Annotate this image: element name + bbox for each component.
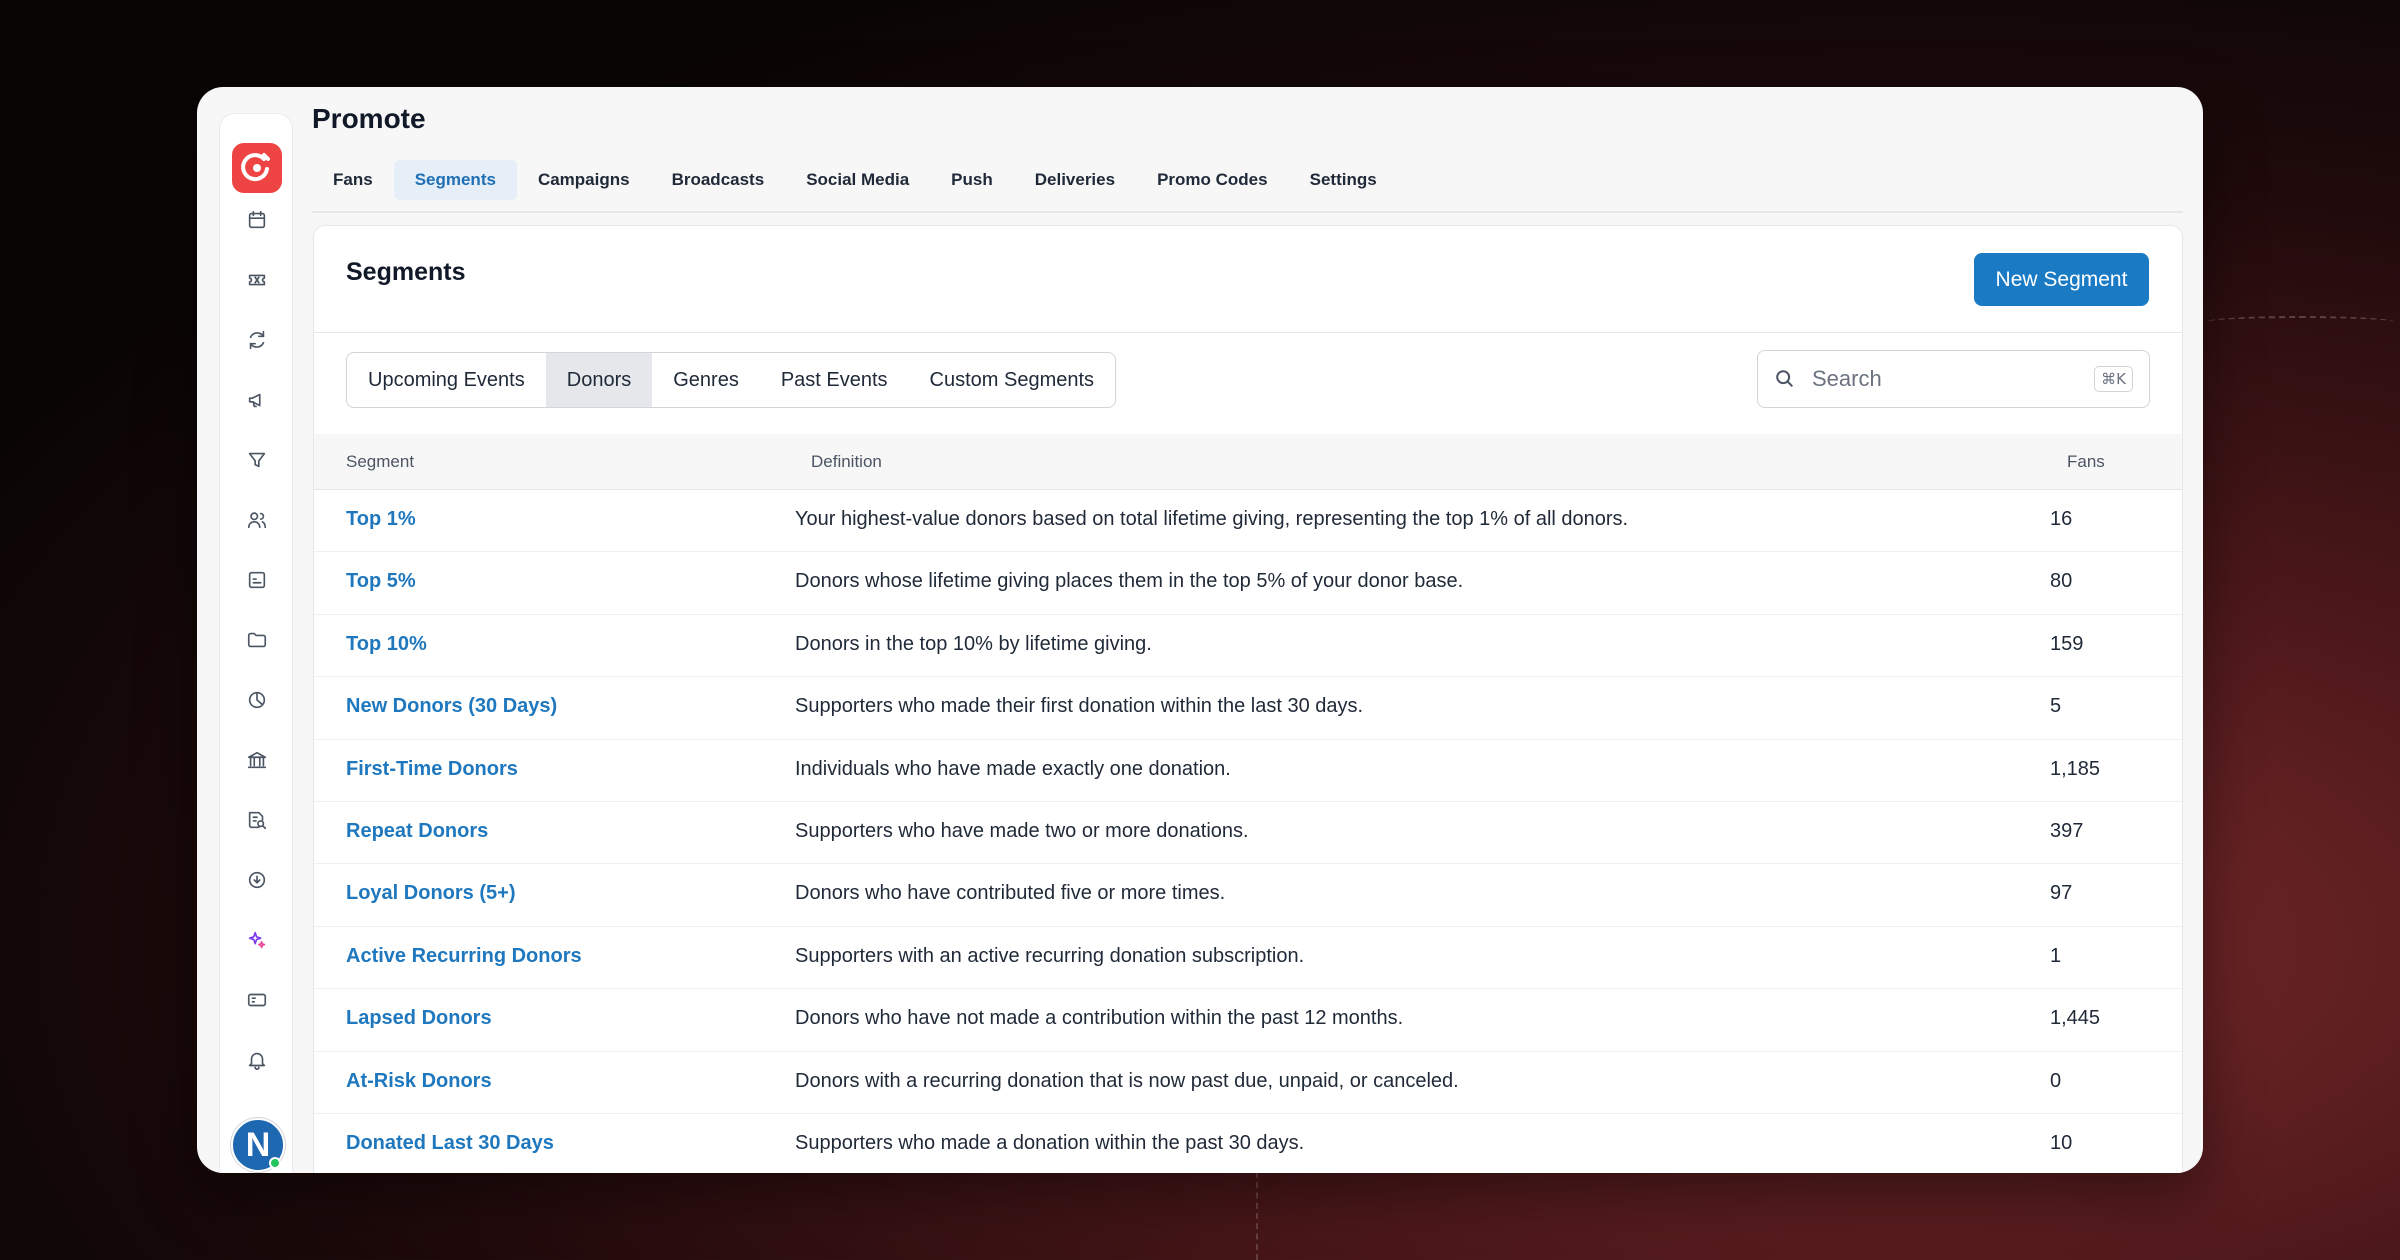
segment-name-link[interactable]: First-Time Donors	[346, 758, 518, 781]
segment-fans-count: 1	[2050, 944, 2062, 967]
segment-definition: Supporters with an active recurring dona…	[795, 944, 1305, 967]
segment-definition: Donors whose lifetime giving places them…	[795, 570, 1464, 593]
segment-definition: Supporters who made a donation within th…	[795, 1131, 1305, 1154]
segment-name-link[interactable]: New Donors (30 Days)	[346, 695, 557, 718]
segment-name-link[interactable]: Donated Last 30 Days	[346, 1132, 554, 1155]
segment-fans-count: 10	[2050, 1131, 2073, 1154]
segment-definition: Your highest-value donors based on total…	[795, 508, 1629, 530]
ticket-icon[interactable]	[245, 268, 269, 292]
page-title: Promote	[312, 103, 426, 134]
segment-fans-count: 397	[2050, 819, 2084, 842]
app-window: N Promote Fans Segments Campaigns Broadc…	[197, 87, 2203, 1173]
calendar-icon[interactable]	[245, 208, 269, 232]
tab-push[interactable]: Push	[930, 160, 1014, 200]
search-shortcut-badge: ⌘K	[2094, 366, 2133, 392]
users-icon[interactable]	[245, 508, 269, 532]
table-row: Top 1% Your highest-value donors based o…	[314, 490, 2182, 553]
tabs-divider	[312, 211, 2183, 213]
segments-card: Segments New Segment Upcoming Events Don…	[313, 225, 2183, 1173]
segment-definition: Supporters who have made two or more don…	[795, 819, 1249, 842]
tab-promo-codes[interactable]: Promo Codes	[1136, 160, 1289, 200]
table-row: New Donors (30 Days) Supporters who made…	[314, 677, 2182, 740]
search-placeholder: Search	[1812, 366, 1882, 391]
table-row: Active Recurring Donors Supporters with …	[314, 927, 2182, 990]
table-row: At-Risk Donors Donors with a recurring d…	[314, 1052, 2182, 1114]
segment-definition: Donors who have not made a contribution …	[795, 1007, 1404, 1030]
segment-fans-count: 159	[2050, 632, 2084, 655]
segment-name-link[interactable]: Top 5%	[346, 570, 416, 593]
folder-icon[interactable]	[245, 628, 269, 652]
tab-donors[interactable]: Donors	[545, 353, 653, 407]
table-row: Repeat Donors Supporters who have made t…	[314, 802, 2182, 865]
tab-settings[interactable]: Settings	[1289, 160, 1398, 200]
refresh-icon[interactable]	[245, 328, 269, 352]
tab-broadcasts[interactable]: Broadcasts	[651, 160, 786, 200]
logo-icon[interactable]	[232, 143, 282, 193]
column-header-segment[interactable]: Segment	[346, 452, 414, 472]
avatar-initial: N	[245, 1125, 271, 1164]
segment-name-link[interactable]: Top 10%	[346, 633, 427, 656]
tab-fans[interactable]: Fans	[312, 160, 394, 200]
segment-name-link[interactable]: Active Recurring Donors	[346, 945, 582, 968]
segment-category-tabs: Upcoming Events Donors Genres Past Event…	[346, 352, 1117, 408]
segment-fans-count: 1,185	[2050, 757, 2101, 780]
background-decoration	[1256, 1172, 1260, 1260]
segment-fans-count: 0	[2050, 1069, 2062, 1092]
segment-name-link[interactable]: At-Risk Donors	[346, 1070, 492, 1093]
segment-definition: Donors in the top 10% by lifetime giving…	[795, 632, 1152, 655]
download-icon[interactable]	[245, 868, 269, 892]
segment-definition: Supporters who made their first donation…	[795, 695, 1364, 718]
search-input[interactable]: Search ⌘K	[1757, 350, 2150, 408]
pie-chart-icon[interactable]	[245, 688, 269, 712]
tab-upcoming-events[interactable]: Upcoming Events	[347, 353, 546, 407]
column-header-fans[interactable]: Fans	[2067, 452, 2105, 472]
online-status-dot	[269, 1157, 281, 1169]
megaphone-icon[interactable]	[245, 388, 269, 412]
segment-definition: Donors with a recurring donation that is…	[795, 1069, 1459, 1092]
tab-deliveries[interactable]: Deliveries	[1014, 160, 1136, 200]
table-row: Top 5% Donors whose lifetime giving plac…	[314, 552, 2182, 615]
tab-social-media[interactable]: Social Media	[785, 160, 930, 200]
card-divider	[314, 332, 2182, 333]
bell-icon[interactable]	[245, 1048, 269, 1072]
table-row: Loyal Donors (5+) Donors who have contri…	[314, 864, 2182, 927]
segment-definition: Individuals who have made exactly one do…	[795, 757, 1231, 780]
tab-past-events[interactable]: Past Events	[760, 353, 909, 407]
segment-name-link[interactable]: Lapsed Donors	[346, 1007, 492, 1030]
segment-fans-count: 16	[2050, 508, 2073, 530]
segment-name-link[interactable]: Top 1%	[346, 508, 416, 531]
image-icon[interactable]	[245, 568, 269, 592]
table-row: Donated Last 30 Days Supporters who made…	[314, 1114, 2182, 1173]
sparkles-icon[interactable]	[245, 928, 269, 952]
segment-fans-count: 5	[2050, 695, 2062, 718]
table-header: Segment Definition Fans	[314, 434, 2182, 490]
table-row: Lapsed Donors Donors who have not made a…	[314, 989, 2182, 1052]
top-tabs: Fans Segments Campaigns Broadcasts Socia…	[312, 160, 1398, 200]
background-decoration	[2205, 316, 2395, 328]
search-icon	[1776, 370, 1794, 388]
segment-fans-count: 1,445	[2050, 1007, 2101, 1030]
segments-table-body: Top 1% Your highest-value donors based o…	[314, 490, 2182, 1173]
segment-name-link[interactable]: Loyal Donors (5+)	[346, 882, 515, 905]
segment-fans-count: 80	[2050, 570, 2073, 593]
segment-name-link[interactable]: Repeat Donors	[346, 820, 488, 843]
table-row: Top 10% Donors in the top 10% by lifetim…	[314, 615, 2182, 678]
new-segment-button[interactable]: New Segment	[1974, 253, 2149, 306]
segment-definition: Donors who have contributed five or more…	[795, 882, 1226, 905]
segment-fans-count: 97	[2050, 882, 2073, 905]
tag-card-icon[interactable]	[245, 988, 269, 1012]
tab-custom-segments[interactable]: Custom Segments	[909, 353, 1116, 407]
table-row: First-Time Donors Individuals who have m…	[314, 740, 2182, 802]
card-title: Segments	[346, 258, 466, 286]
bank-icon[interactable]	[245, 748, 269, 772]
sidebar: N	[219, 113, 293, 1173]
tab-segments[interactable]: Segments	[393, 160, 517, 200]
tab-genres[interactable]: Genres	[652, 353, 760, 407]
column-header-definition[interactable]: Definition	[811, 452, 882, 472]
report-search-icon[interactable]	[245, 808, 269, 832]
tab-campaigns[interactable]: Campaigns	[517, 160, 651, 200]
filter-icon[interactable]	[245, 448, 269, 472]
